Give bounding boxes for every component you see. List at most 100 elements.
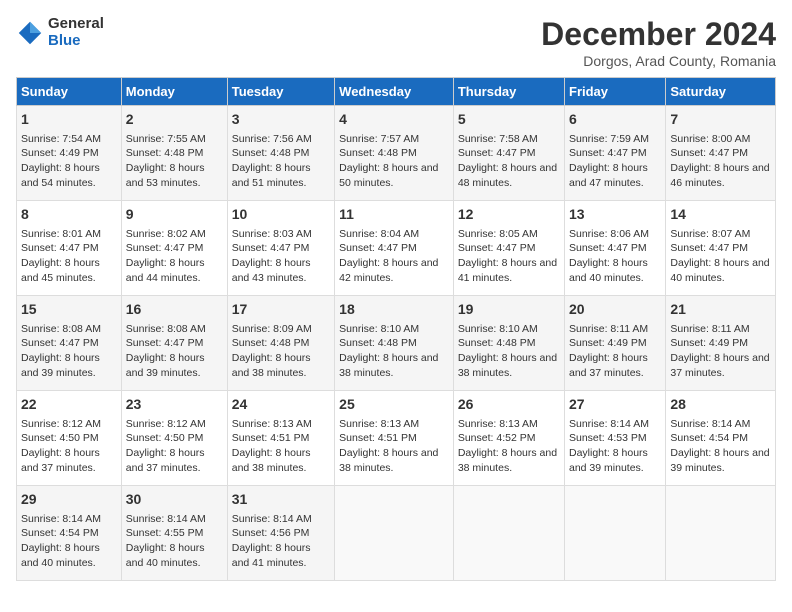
- day-number: 9: [126, 205, 223, 225]
- calendar-cell: 29Sunrise: 8:14 AMSunset: 4:54 PMDayligh…: [17, 486, 122, 581]
- header-tuesday: Tuesday: [227, 78, 334, 106]
- day-number: 30: [126, 490, 223, 510]
- day-info: Sunrise: 7:56 AMSunset: 4:48 PMDaylight:…: [232, 132, 330, 191]
- day-info: Sunrise: 8:12 AMSunset: 4:50 PMDaylight:…: [126, 417, 223, 476]
- day-info: Sunrise: 8:14 AMSunset: 4:55 PMDaylight:…: [126, 512, 223, 571]
- calendar-cell: 23Sunrise: 8:12 AMSunset: 4:50 PMDayligh…: [121, 391, 227, 486]
- calendar-cell: 3Sunrise: 7:56 AMSunset: 4:48 PMDaylight…: [227, 106, 334, 201]
- calendar-cell: 7Sunrise: 8:00 AMSunset: 4:47 PMDaylight…: [666, 106, 776, 201]
- day-info: Sunrise: 8:11 AMSunset: 4:49 PMDaylight:…: [569, 322, 661, 381]
- calendar-cell: 2Sunrise: 7:55 AMSunset: 4:48 PMDaylight…: [121, 106, 227, 201]
- day-info: Sunrise: 8:13 AMSunset: 4:52 PMDaylight:…: [458, 417, 560, 476]
- calendar-cell: 18Sunrise: 8:10 AMSunset: 4:48 PMDayligh…: [335, 296, 454, 391]
- day-number: 19: [458, 300, 560, 320]
- day-info: Sunrise: 8:00 AMSunset: 4:47 PMDaylight:…: [670, 132, 771, 191]
- day-info: Sunrise: 8:14 AMSunset: 4:54 PMDaylight:…: [21, 512, 117, 571]
- day-info: Sunrise: 8:13 AMSunset: 4:51 PMDaylight:…: [232, 417, 330, 476]
- logo-icon: [16, 19, 44, 47]
- calendar-cell: 24Sunrise: 8:13 AMSunset: 4:51 PMDayligh…: [227, 391, 334, 486]
- calendar-cell: 17Sunrise: 8:09 AMSunset: 4:48 PMDayligh…: [227, 296, 334, 391]
- day-info: Sunrise: 7:58 AMSunset: 4:47 PMDaylight:…: [458, 132, 560, 191]
- calendar-cell: [453, 486, 564, 581]
- calendar-cell: 26Sunrise: 8:13 AMSunset: 4:52 PMDayligh…: [453, 391, 564, 486]
- day-info: Sunrise: 8:01 AMSunset: 4:47 PMDaylight:…: [21, 227, 117, 286]
- header-thursday: Thursday: [453, 78, 564, 106]
- calendar-header-row: SundayMondayTuesdayWednesdayThursdayFrid…: [17, 78, 776, 106]
- day-info: Sunrise: 8:08 AMSunset: 4:47 PMDaylight:…: [126, 322, 223, 381]
- day-info: Sunrise: 8:14 AMSunset: 4:53 PMDaylight:…: [569, 417, 661, 476]
- calendar-cell: 1Sunrise: 7:54 AMSunset: 4:49 PMDaylight…: [17, 106, 122, 201]
- day-number: 8: [21, 205, 117, 225]
- calendar-cell: 10Sunrise: 8:03 AMSunset: 4:47 PMDayligh…: [227, 201, 334, 296]
- calendar-cell: 13Sunrise: 8:06 AMSunset: 4:47 PMDayligh…: [565, 201, 666, 296]
- logo: General Blue: [16, 16, 104, 49]
- header-monday: Monday: [121, 78, 227, 106]
- day-info: Sunrise: 8:07 AMSunset: 4:47 PMDaylight:…: [670, 227, 771, 286]
- calendar-cell: 25Sunrise: 8:13 AMSunset: 4:51 PMDayligh…: [335, 391, 454, 486]
- day-info: Sunrise: 8:05 AMSunset: 4:47 PMDaylight:…: [458, 227, 560, 286]
- day-number: 15: [21, 300, 117, 320]
- day-info: Sunrise: 8:10 AMSunset: 4:48 PMDaylight:…: [339, 322, 449, 381]
- calendar-cell: 16Sunrise: 8:08 AMSunset: 4:47 PMDayligh…: [121, 296, 227, 391]
- day-info: Sunrise: 7:57 AMSunset: 4:48 PMDaylight:…: [339, 132, 449, 191]
- day-info: Sunrise: 8:06 AMSunset: 4:47 PMDaylight:…: [569, 227, 661, 286]
- day-info: Sunrise: 7:55 AMSunset: 4:48 PMDaylight:…: [126, 132, 223, 191]
- day-number: 13: [569, 205, 661, 225]
- day-info: Sunrise: 8:14 AMSunset: 4:56 PMDaylight:…: [232, 512, 330, 571]
- header: General Blue December 2024 Dorgos, Arad …: [16, 16, 776, 69]
- calendar-cell: 31Sunrise: 8:14 AMSunset: 4:56 PMDayligh…: [227, 486, 334, 581]
- day-info: Sunrise: 8:09 AMSunset: 4:48 PMDaylight:…: [232, 322, 330, 381]
- day-number: 29: [21, 490, 117, 510]
- day-info: Sunrise: 8:10 AMSunset: 4:48 PMDaylight:…: [458, 322, 560, 381]
- day-number: 16: [126, 300, 223, 320]
- day-number: 12: [458, 205, 560, 225]
- day-number: 11: [339, 205, 449, 225]
- calendar-table: SundayMondayTuesdayWednesdayThursdayFrid…: [16, 77, 776, 581]
- day-info: Sunrise: 7:59 AMSunset: 4:47 PMDaylight:…: [569, 132, 661, 191]
- header-friday: Friday: [565, 78, 666, 106]
- day-number: 20: [569, 300, 661, 320]
- calendar-cell: 5Sunrise: 7:58 AMSunset: 4:47 PMDaylight…: [453, 106, 564, 201]
- month-title: December 2024: [541, 16, 776, 53]
- day-number: 7: [670, 110, 771, 130]
- calendar-cell: 11Sunrise: 8:04 AMSunset: 4:47 PMDayligh…: [335, 201, 454, 296]
- calendar-cell: 20Sunrise: 8:11 AMSunset: 4:49 PMDayligh…: [565, 296, 666, 391]
- calendar-cell: [565, 486, 666, 581]
- calendar-cell: [666, 486, 776, 581]
- calendar-week-row: 8Sunrise: 8:01 AMSunset: 4:47 PMDaylight…: [17, 201, 776, 296]
- day-number: 27: [569, 395, 661, 415]
- day-info: Sunrise: 8:11 AMSunset: 4:49 PMDaylight:…: [670, 322, 771, 381]
- day-number: 4: [339, 110, 449, 130]
- day-info: Sunrise: 8:04 AMSunset: 4:47 PMDaylight:…: [339, 227, 449, 286]
- calendar-cell: 28Sunrise: 8:14 AMSunset: 4:54 PMDayligh…: [666, 391, 776, 486]
- calendar-week-row: 15 Sunrise: 8:08 AMSunset: 4:47 PMDayligh…: [17, 296, 776, 391]
- calendar-week-row: 22 Sunrise: 8:12 AMSunset: 4:50 PMDayligh…: [17, 391, 776, 486]
- calendar-cell: 27Sunrise: 8:14 AMSunset: 4:53 PMDayligh…: [565, 391, 666, 486]
- calendar-cell: 15Sunrise: 8:08 AMSunset: 4:47 PMDayligh…: [17, 296, 122, 391]
- day-number: 23: [126, 395, 223, 415]
- day-number: 28: [670, 395, 771, 415]
- logo-text: General Blue: [48, 16, 104, 49]
- calendar-cell: 12Sunrise: 8:05 AMSunset: 4:47 PMDayligh…: [453, 201, 564, 296]
- day-number: 25: [339, 395, 449, 415]
- day-number: 17: [232, 300, 330, 320]
- calendar-cell: 6Sunrise: 7:59 AMSunset: 4:47 PMDaylight…: [565, 106, 666, 201]
- day-number: 1: [21, 110, 117, 130]
- day-info: Sunrise: 8:14 AMSunset: 4:54 PMDaylight:…: [670, 417, 771, 476]
- day-number: 26: [458, 395, 560, 415]
- calendar-week-row: 29Sunrise: 8:14 AMSunset: 4:54 PMDayligh…: [17, 486, 776, 581]
- calendar-week-row: 1Sunrise: 7:54 AMSunset: 4:49 PMDaylight…: [17, 106, 776, 201]
- calendar-cell: 14Sunrise: 8:07 AMSunset: 4:47 PMDayligh…: [666, 201, 776, 296]
- calendar-cell: 9Sunrise: 8:02 AMSunset: 4:47 PMDaylight…: [121, 201, 227, 296]
- day-number: 5: [458, 110, 560, 130]
- title-area: December 2024 Dorgos, Arad County, Roman…: [541, 16, 776, 69]
- day-number: 31: [232, 490, 330, 510]
- day-number: 22: [21, 395, 117, 415]
- day-number: 10: [232, 205, 330, 225]
- logo-general: General: [48, 16, 104, 33]
- calendar-cell: 30Sunrise: 8:14 AMSunset: 4:55 PMDayligh…: [121, 486, 227, 581]
- day-number: 2: [126, 110, 223, 130]
- calendar-cell: 22Sunrise: 8:12 AMSunset: 4:50 PMDayligh…: [17, 391, 122, 486]
- day-number: 14: [670, 205, 771, 225]
- day-number: 24: [232, 395, 330, 415]
